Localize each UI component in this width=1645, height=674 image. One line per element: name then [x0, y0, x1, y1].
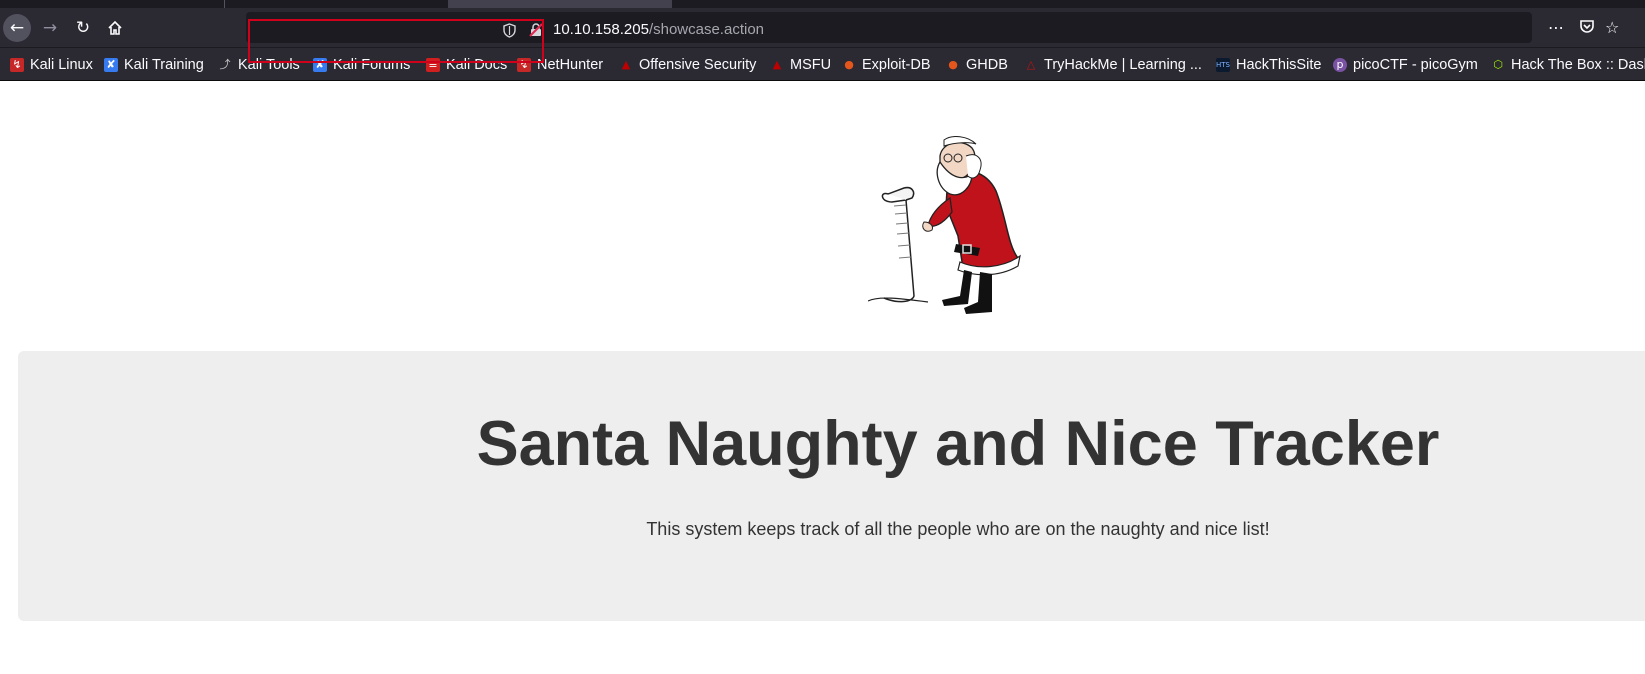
- bookmark-offensive-security[interactable]: ▲ Offensive Security: [619, 55, 757, 75]
- bookmark-label: Hack The Box :: Dashboard: [1511, 57, 1645, 73]
- bookmark-label: NetHunter: [537, 57, 604, 73]
- kali-training-icon: ✘: [104, 58, 118, 72]
- bookmark-picoctf[interactable]: p picoCTF - picoGym: [1333, 55, 1478, 75]
- back-arrow-icon[interactable]: ←: [3, 14, 31, 42]
- tools-icon: ⤴: [219, 58, 231, 71]
- msfu-icon: ▲: [772, 58, 782, 71]
- url-highlight-box: [248, 19, 544, 63]
- page-content: Santa Naughty and Nice Tracker This syst…: [0, 81, 1645, 674]
- exploit-db-icon: ●: [844, 58, 854, 71]
- bookmark-kali-linux[interactable]: ↯ Kali Linux: [10, 55, 93, 75]
- bookmark-label: HackThisSite: [1236, 57, 1322, 73]
- url-path: /showcase.action: [648, 21, 765, 38]
- active-tab[interactable]: [448, 0, 672, 8]
- bookmark-ghdb[interactable]: ● GHDB: [946, 55, 1008, 75]
- jumbotron: Santa Naughty and Nice Tracker This syst…: [18, 351, 1645, 621]
- forward-arrow-icon[interactable]: →: [36, 14, 64, 42]
- bookmark-label: Kali Linux: [30, 57, 93, 73]
- pocket-icon[interactable]: [1579, 18, 1595, 38]
- bookmark-tryhackme[interactable]: △ TryHackMe | Learning ...: [1024, 55, 1202, 75]
- bookmark-msfu[interactable]: ▲ MSFU: [770, 55, 831, 75]
- browser-toolbar: ← → ↻ 10.10.158.205/showcase.action ⋯ ☆: [0, 8, 1645, 63]
- more-icon[interactable]: ⋯: [1548, 18, 1564, 37]
- reload-icon[interactable]: ↻: [69, 14, 97, 42]
- bookmark-label: TryHackMe | Learning ...: [1044, 57, 1202, 73]
- ghdb-icon: ●: [948, 58, 958, 71]
- santa-reading-list-image: [868, 136, 1021, 314]
- offsec-icon: ▲: [621, 58, 631, 71]
- page-subtitle: This system keeps track of all the peopl…: [646, 519, 1270, 539]
- bookmark-label: Kali Training: [124, 57, 204, 73]
- bookmarks-toolbar: ↯ Kali Linux ✘ Kali Training ⤴ Kali Tools ✘…: [0, 48, 1645, 81]
- bookmark-label: MSFU: [790, 57, 832, 73]
- bookmark-kali-training[interactable]: ✘ Kali Training: [104, 55, 204, 75]
- kali-dragon-icon: ↯: [10, 58, 24, 72]
- bookmark-label: Exploit-DB: [862, 57, 931, 73]
- hackthissite-icon: HTS: [1216, 58, 1230, 72]
- picoctf-icon: p: [1333, 58, 1347, 72]
- tab-divider: [224, 0, 225, 8]
- bookmark-hackthissite[interactable]: HTS HackThisSite: [1216, 55, 1321, 75]
- bookmark-label: picoCTF - picoGym: [1353, 57, 1478, 73]
- bookmark-label: Offensive Security: [639, 57, 757, 73]
- hackthebox-icon: ⬡: [1493, 58, 1503, 71]
- url-host: 10.10.158.205: [553, 21, 649, 38]
- bookmark-star-icon[interactable]: ☆: [1605, 18, 1619, 37]
- url-text[interactable]: 10.10.158.205/showcase.action: [553, 21, 764, 38]
- bookmark-hackthebox[interactable]: ⬡ Hack The Box :: Dashboard: [1491, 55, 1645, 75]
- bookmark-label: GHDB: [966, 57, 1008, 73]
- home-icon[interactable]: [101, 14, 129, 42]
- tryhackme-icon: △: [1026, 58, 1036, 71]
- bookmark-exploit-db[interactable]: ● Exploit-DB: [842, 55, 931, 75]
- tab-strip: [0, 0, 1645, 8]
- page-title: Santa Naughty and Nice Tracker: [476, 409, 1440, 479]
